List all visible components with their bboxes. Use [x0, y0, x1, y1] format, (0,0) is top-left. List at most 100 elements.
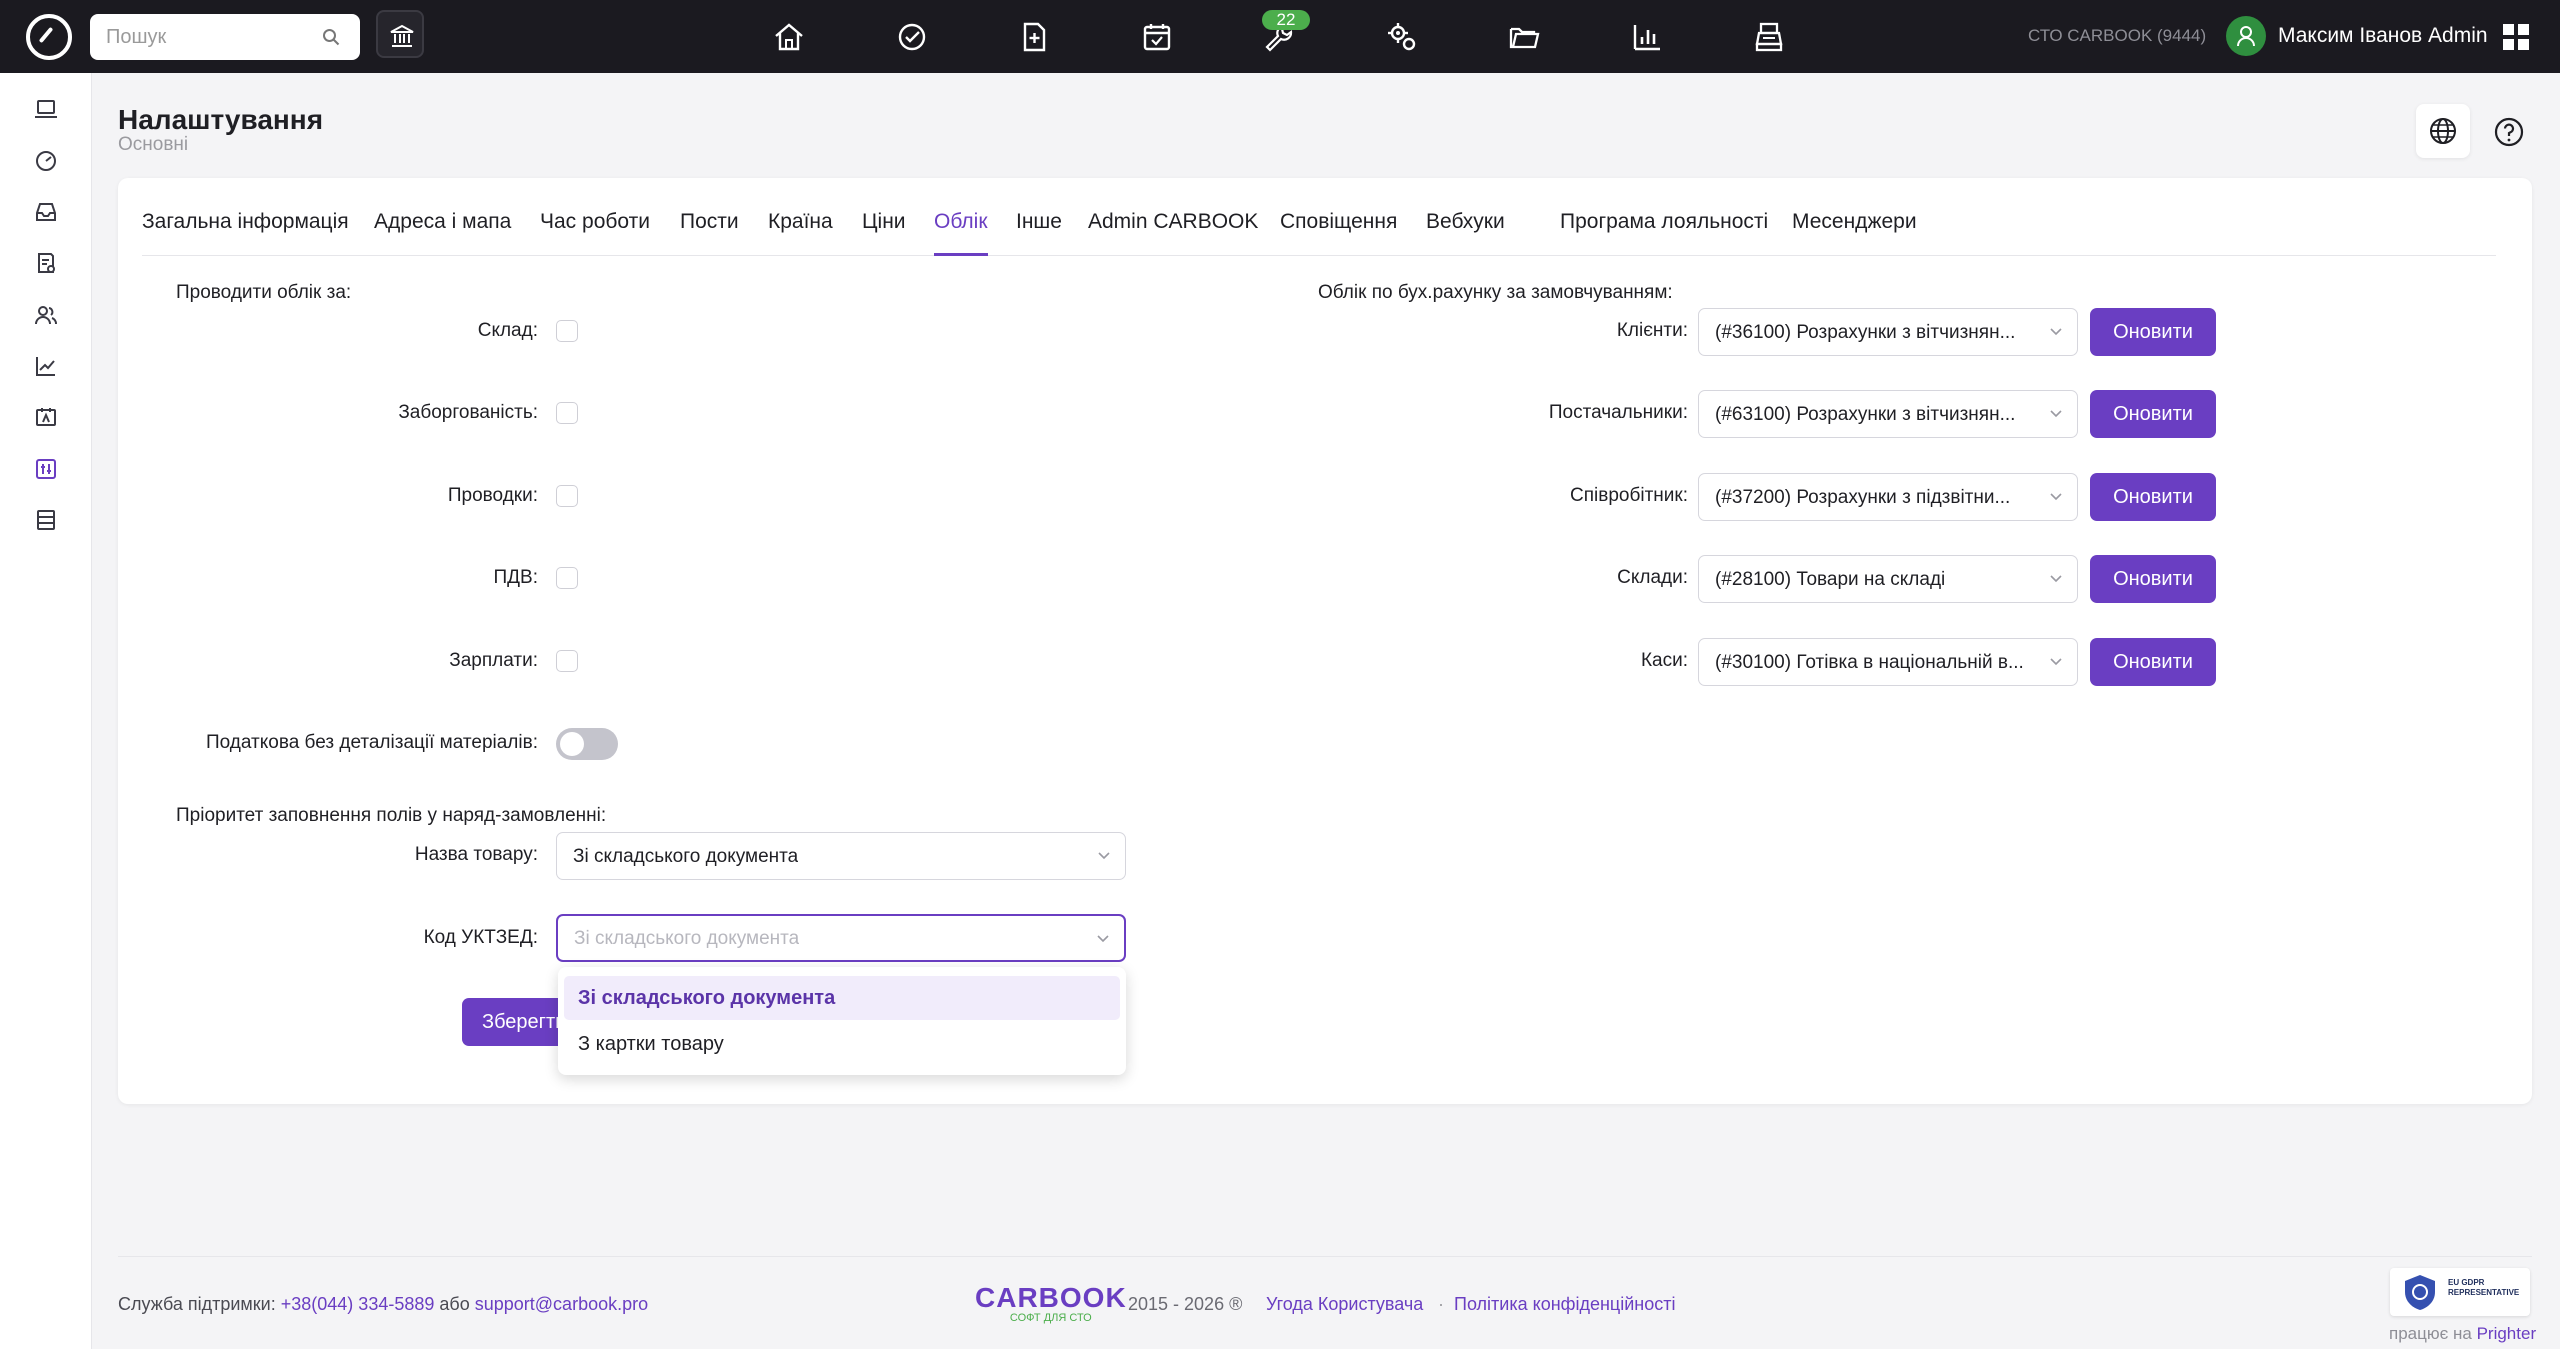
check-circle-icon[interactable] — [895, 20, 929, 54]
gdpr-badge[interactable]: EU GDPR REPRESENTATIVE — [2390, 1268, 2530, 1316]
gears-icon[interactable] — [1385, 20, 1419, 54]
ledger-suppliers-label: Постачальники: — [1548, 402, 1688, 423]
ledger-cashboxes-select[interactable]: (#30100) Готівка в національній в... — [1698, 638, 2078, 686]
shield-icon — [2405, 1275, 2435, 1310]
new-document-icon[interactable] — [1017, 20, 1051, 54]
dropdown-option-warehouse-doc[interactable]: Зі складського документа — [564, 976, 1120, 1020]
tab-messengers[interactable]: Месенджери — [1792, 210, 1917, 256]
tab-loyalty-program[interactable]: Програма лояльності — [1560, 210, 1768, 256]
prighter-link[interactable]: Prighter — [2477, 1324, 2537, 1343]
top-bar: 22 СТО CARBOOK (9444) Максим Іванов Admi… — [0, 0, 2560, 73]
user-agreement-link[interactable]: Угода Користувача — [1266, 1294, 1423, 1315]
tab-accounting[interactable]: Облік — [934, 210, 988, 256]
footer-years: 2015 - 2026 ® — [1128, 1294, 1243, 1314]
ledger-warehouses-label: Склади: — [1617, 567, 1688, 588]
globe-icon — [2430, 118, 2456, 144]
bank-button[interactable] — [376, 10, 424, 58]
report-icon[interactable] — [34, 251, 58, 275]
product-name-value: Зі складського документа — [573, 846, 799, 867]
tab-webhooks[interactable]: Вебхуки — [1426, 210, 1505, 256]
folder-icon[interactable] — [1507, 20, 1541, 54]
tab-bar: Загальна інформація Адреса і мапа Час ро… — [142, 210, 2496, 256]
warehouse-checkbox[interactable] — [556, 320, 578, 342]
inbox-icon[interactable] — [34, 200, 58, 224]
ledger-employee-select[interactable]: (#37200) Розрахунки з підзвітни... — [1698, 473, 2078, 521]
settings-sliders-icon[interactable] — [34, 457, 58, 481]
debt-label: Заборгованість: — [398, 402, 538, 423]
footer-separator: · — [1438, 1294, 1444, 1314]
company-name: СТО CARBOOK (9444) — [2028, 26, 2207, 45]
accounting-by-heading: Проводити облік за: — [176, 282, 352, 303]
salaries-checkbox[interactable] — [556, 650, 578, 672]
update-clients-button[interactable]: Оновити — [2090, 308, 2216, 356]
id-card-icon[interactable] — [34, 405, 58, 429]
ledger-warehouses-value: (#28100) Товари на складі — [1715, 569, 1946, 590]
ledger-suppliers-value: (#63100) Розрахунки з вітчизнян... — [1715, 404, 2016, 425]
ledger-employee-label: Співробітник: — [1570, 485, 1688, 506]
search-box[interactable] — [90, 14, 360, 60]
gdpr-line1: EU GDPR — [2448, 1278, 2485, 1287]
left-sidebar — [0, 73, 92, 1349]
ledger-warehouses-select[interactable]: (#28100) Товари на складі — [1698, 555, 2078, 603]
search-input[interactable] — [106, 25, 306, 49]
chevron-down-icon — [2050, 328, 2062, 336]
debt-checkbox[interactable] — [556, 402, 578, 424]
support-phone-link[interactable]: +38(044) 334-5889 — [281, 1294, 435, 1314]
salaries-label: Зарплати: — [449, 650, 538, 671]
calendar-icon[interactable] — [1140, 20, 1174, 54]
tab-admin-carbook[interactable]: Admin CARBOOK — [1088, 210, 1258, 256]
ledger-clients-select[interactable]: (#36100) Розрахунки з вітчизнян... — [1698, 308, 2078, 356]
vat-checkbox[interactable] — [556, 567, 578, 589]
update-suppliers-button[interactable]: Оновити — [2090, 390, 2216, 438]
tax-toggle-switch[interactable] — [556, 728, 618, 760]
ledger-suppliers-select[interactable]: (#63100) Розрахунки з вітчизнян... — [1698, 390, 2078, 438]
footer-brand-logo[interactable]: CARBOOK СОФТ ДЛЯ СТО — [975, 1282, 1127, 1324]
laptop-icon[interactable] — [34, 97, 58, 121]
line-chart-icon[interactable] — [34, 354, 58, 378]
tab-general-info[interactable]: Загальна інформація — [142, 210, 349, 256]
postings-label: Проводки: — [447, 485, 538, 506]
tab-posts[interactable]: Пости — [680, 210, 739, 256]
update-warehouses-button[interactable]: Оновити — [2090, 555, 2216, 603]
privacy-policy-link[interactable]: Політика конфіденційності — [1454, 1294, 1675, 1315]
home-icon[interactable] — [772, 20, 806, 54]
tab-notifications[interactable]: Сповіщення — [1280, 210, 1397, 256]
postings-checkbox[interactable] — [556, 485, 578, 507]
uktzed-select[interactable]: Зі складського документа — [556, 914, 1126, 962]
support-label: Служба підтримки: — [118, 1294, 276, 1314]
uktzed-dropdown-menu: Зі складського документа З картки товару — [558, 967, 1126, 1075]
ledger-cashboxes-label: Каси: — [1640, 650, 1688, 671]
update-employee-button[interactable]: Оновити — [2090, 473, 2216, 521]
product-name-label: Назва товару: — [414, 844, 538, 865]
notification-badge: 22 — [1262, 10, 1310, 30]
chevron-down-icon — [1098, 852, 1110, 860]
users-icon[interactable] — [34, 303, 58, 327]
uktzed-label: Код УКТЗЕД: — [423, 927, 538, 948]
help-icon[interactable] — [2494, 117, 2524, 147]
dashboard-icon[interactable] — [34, 149, 58, 173]
tab-address-map[interactable]: Адреса і мапа — [374, 210, 511, 256]
tax-toggle-label: Податкова без деталізації матеріалів: — [205, 732, 538, 753]
vat-label: ПДВ: — [493, 567, 538, 588]
avatar[interactable] — [2226, 16, 2266, 56]
user-name[interactable]: Максим Іванов Admin — [2278, 24, 2488, 48]
update-cashboxes-button[interactable]: Оновити — [2090, 638, 2216, 686]
search-icon[interactable] — [322, 28, 340, 46]
priority-heading: Пріоритет заповнення полів у наряд-замов… — [176, 805, 607, 826]
page-subtitle: Основні — [118, 134, 189, 155]
dropdown-option-product-card[interactable]: З картки товару — [564, 1022, 1120, 1066]
cash-register-icon[interactable] — [1752, 20, 1786, 54]
language-button[interactable] — [2416, 104, 2470, 158]
logo-icon[interactable] — [26, 14, 72, 60]
tab-working-hours[interactable]: Час роботи — [540, 210, 650, 256]
tab-country[interactable]: Країна — [768, 210, 833, 256]
tab-other[interactable]: Інше — [1016, 210, 1062, 256]
tab-prices[interactable]: Ціни — [862, 210, 906, 256]
ledger-icon[interactable] — [34, 508, 58, 532]
product-name-select[interactable]: Зі складського документа — [556, 832, 1126, 880]
bar-chart-icon[interactable] — [1630, 20, 1664, 54]
ledger-employee-value: (#37200) Розрахунки з підзвітни... — [1715, 487, 2011, 508]
apps-grid-icon[interactable] — [2503, 24, 2529, 50]
support-email-link[interactable]: support@carbook.pro — [475, 1294, 648, 1314]
ledger-clients-label: Клієнти: — [1616, 320, 1688, 341]
